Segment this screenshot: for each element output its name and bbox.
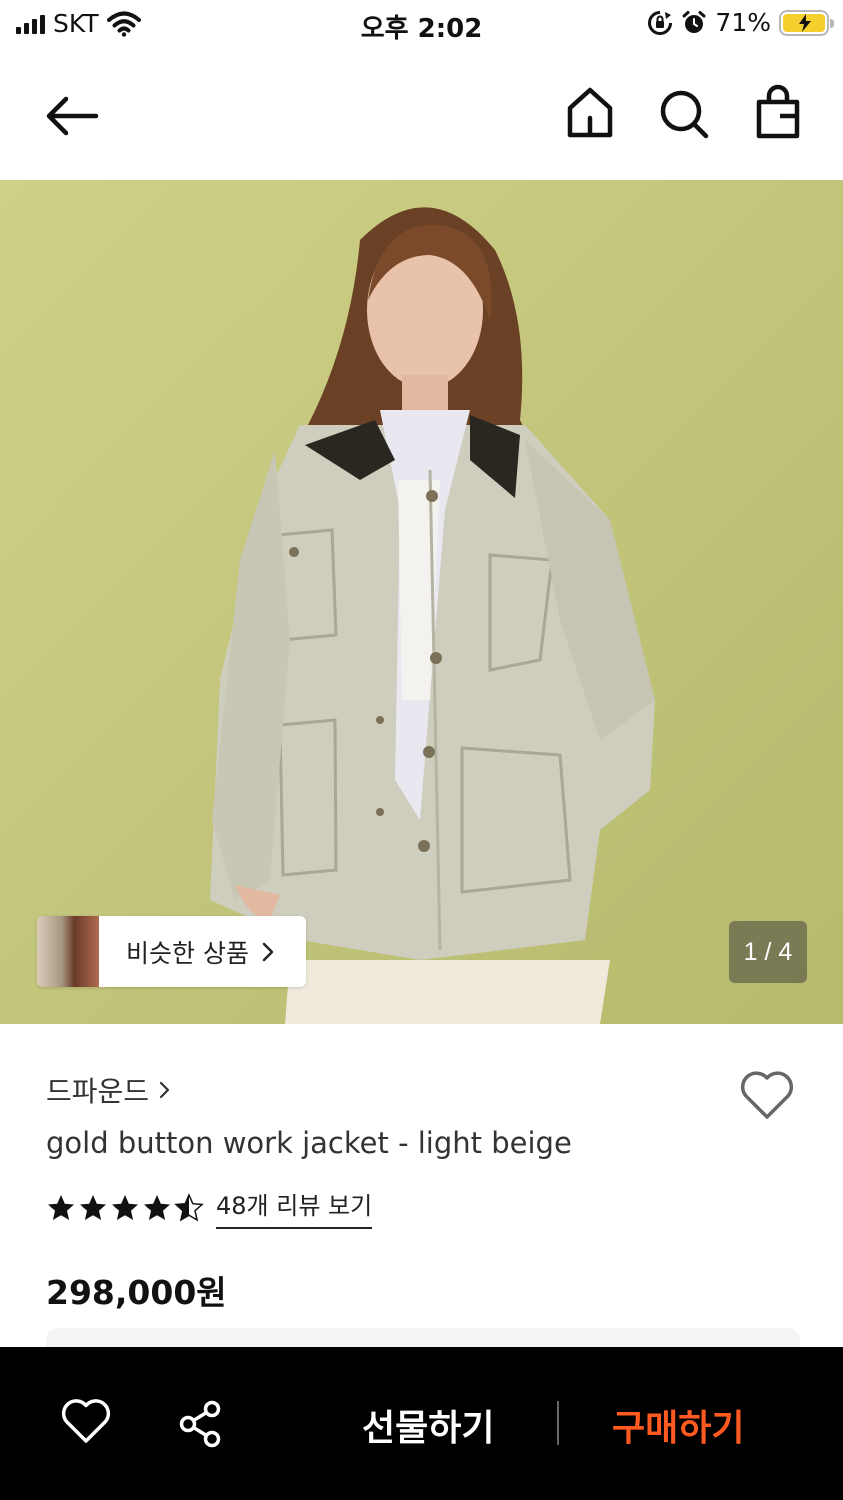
status-bar-right: 71% bbox=[647, 8, 834, 37]
back-arrow-icon bbox=[46, 96, 99, 136]
home-icon bbox=[567, 87, 613, 138]
rating-stars bbox=[46, 1192, 204, 1223]
status-bar: SKT 오후 2:02 71% bbox=[0, 0, 843, 48]
shopping-bag-icon bbox=[756, 84, 800, 139]
similar-products-thumbnail bbox=[37, 916, 99, 987]
rotation-lock-icon bbox=[648, 10, 673, 35]
home-button[interactable] bbox=[562, 84, 618, 142]
shopping-bag-button[interactable] bbox=[750, 84, 806, 142]
chevron-right-icon bbox=[262, 942, 274, 961]
product-image-carousel[interactable]: 비슷한 상품 1 / 4 bbox=[0, 180, 843, 1024]
buy-button[interactable]: 구매하기 bbox=[612, 1399, 744, 1451]
heart-outline-icon bbox=[61, 1399, 111, 1443]
search-button[interactable] bbox=[656, 84, 712, 142]
brand-name: 드파운드 bbox=[46, 1075, 150, 1108]
search-icon bbox=[660, 90, 709, 139]
star-full-icon bbox=[112, 1194, 138, 1220]
image-page-counter: 1 / 4 bbox=[729, 921, 807, 983]
star-half-icon bbox=[174, 1192, 204, 1222]
charging-bolt-icon bbox=[799, 13, 811, 32]
similar-products-label: 비슷한 상품 bbox=[126, 938, 249, 968]
wishlist-button[interactable] bbox=[738, 1068, 796, 1122]
alarm-icon bbox=[682, 10, 706, 33]
star-full-icon bbox=[48, 1194, 74, 1220]
bottom-action-bar: 선물하기 구매하기 bbox=[0, 1347, 843, 1500]
rating-row: 48개 리뷰 보기 bbox=[46, 1186, 373, 1229]
product-photo bbox=[210, 207, 655, 1024]
battery-percent: 71% bbox=[715, 8, 771, 37]
bottom-bar-divider bbox=[557, 1401, 559, 1445]
top-nav-bar bbox=[0, 60, 843, 170]
heart-outline-icon bbox=[740, 1071, 794, 1119]
bottom-wishlist-button[interactable] bbox=[60, 1399, 112, 1445]
battery-fill bbox=[783, 13, 825, 32]
battery-charging-icon bbox=[779, 9, 834, 36]
star-full-icon bbox=[80, 1194, 106, 1220]
share-button[interactable] bbox=[176, 1399, 226, 1449]
product-title: gold button work jacket - light beige bbox=[46, 1126, 572, 1160]
gift-button[interactable]: 선물하기 bbox=[362, 1399, 494, 1451]
chevron-right-icon bbox=[159, 1081, 170, 1099]
back-button[interactable] bbox=[40, 88, 104, 144]
product-price: 298,000원 bbox=[46, 1273, 227, 1312]
similar-products-button[interactable]: 비슷한 상품 bbox=[37, 916, 306, 987]
brand-link[interactable]: 드파운드 bbox=[46, 1070, 171, 1110]
reviews-link[interactable]: 48개 리뷰 보기 bbox=[216, 1186, 373, 1229]
star-full-icon bbox=[144, 1194, 170, 1220]
share-icon bbox=[179, 1400, 221, 1448]
